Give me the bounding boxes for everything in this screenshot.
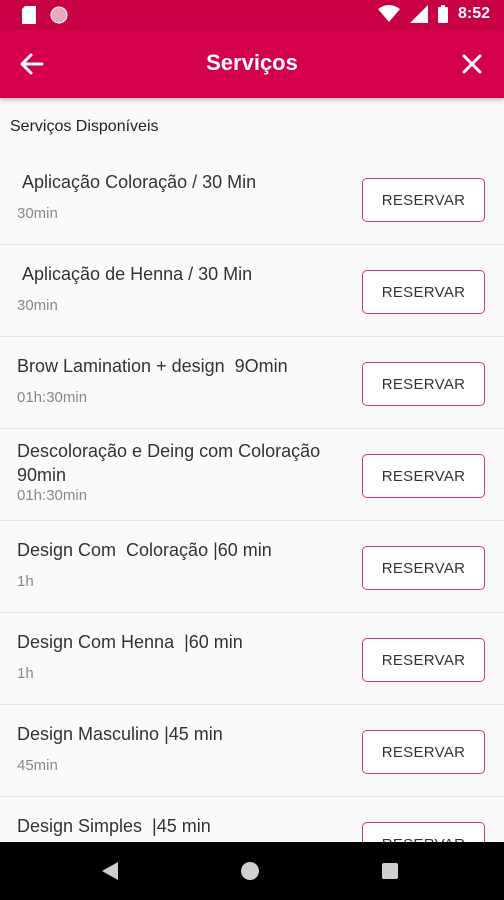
service-duration: 1h bbox=[17, 573, 34, 590]
service-name: Design Simples |45 min bbox=[17, 816, 211, 836]
service-duration: 30min bbox=[17, 205, 58, 222]
section-title: Serviços Disponíveis bbox=[10, 118, 159, 135]
service-duration: 1h bbox=[17, 665, 34, 682]
reserve-button[interactable]: RESERVAR bbox=[362, 546, 485, 590]
service-row: Design Masculino |45 min 45min RESERVAR bbox=[0, 705, 504, 797]
signal-icon bbox=[409, 5, 428, 23]
reserve-button[interactable]: RESERVAR bbox=[362, 270, 485, 314]
app-notification-icon bbox=[50, 6, 68, 24]
battery-icon bbox=[437, 5, 448, 23]
service-name: Design Com Coloração |60 min bbox=[17, 540, 272, 560]
service-row: Design Simples |45 min RESERVAR bbox=[0, 797, 504, 842]
status-right-icons: 8:52 bbox=[377, 5, 490, 23]
service-duration: 01h:30min bbox=[17, 487, 88, 504]
close-icon bbox=[462, 54, 482, 74]
status-time: 8:52 bbox=[457, 5, 490, 22]
close-button[interactable] bbox=[458, 50, 486, 78]
service-row: Aplicação Coloração / 30 Min 30min RESER… bbox=[0, 153, 504, 245]
service-duration: 30min bbox=[17, 297, 58, 314]
service-row: Aplicação de Henna / 30 Min 30min RESERV… bbox=[0, 245, 504, 337]
reserve-button[interactable]: RESERVAR bbox=[362, 638, 485, 682]
system-nav-bar bbox=[0, 842, 504, 900]
service-row: Descoloração e Deing com Coloração 90min… bbox=[0, 429, 504, 521]
service-row: Brow Lamination + design 9Omin 01h:30min… bbox=[0, 337, 504, 429]
status-bar: 8:52 bbox=[0, 0, 504, 30]
service-name: Aplicação Coloração / 30 Min bbox=[17, 172, 257, 192]
service-row: Design Com Coloração |60 min 1h RESERVAR bbox=[0, 521, 504, 613]
reserve-button[interactable]: RESERVAR bbox=[362, 454, 485, 498]
service-duration: 45min bbox=[17, 757, 58, 774]
nav-recents-icon[interactable] bbox=[382, 863, 398, 879]
reserve-button[interactable]: RESERVAR bbox=[362, 730, 485, 774]
reserve-button[interactable]: RESERVAR bbox=[362, 178, 485, 222]
reserve-button[interactable]: RESERVAR bbox=[362, 822, 485, 842]
service-row: Design Com Henna |60 min 1h RESERVAR bbox=[0, 613, 504, 705]
app-bar: Serviços bbox=[0, 30, 504, 98]
wifi-icon bbox=[377, 5, 400, 22]
service-name: Design Com Henna |60 min bbox=[17, 632, 243, 652]
service-name: Descoloração e Deing com Coloração 90min bbox=[17, 441, 331, 485]
service-name: Aplicação de Henna / 30 Min bbox=[17, 264, 253, 284]
service-duration: 01h:30min bbox=[17, 389, 88, 406]
service-name: Brow Lamination + design 9Omin bbox=[17, 356, 288, 376]
reserve-button[interactable]: RESERVAR bbox=[362, 362, 485, 406]
sd-card-icon bbox=[22, 6, 36, 24]
status-left-icons bbox=[22, 6, 68, 24]
page-title: Serviços bbox=[206, 50, 298, 75]
nav-home-icon[interactable] bbox=[241, 862, 259, 880]
nav-back-icon[interactable] bbox=[101, 861, 119, 881]
service-name: Design Masculino |45 min bbox=[17, 724, 223, 744]
services-list[interactable]: Aplicação Coloração / 30 Min 30min RESER… bbox=[0, 153, 504, 842]
